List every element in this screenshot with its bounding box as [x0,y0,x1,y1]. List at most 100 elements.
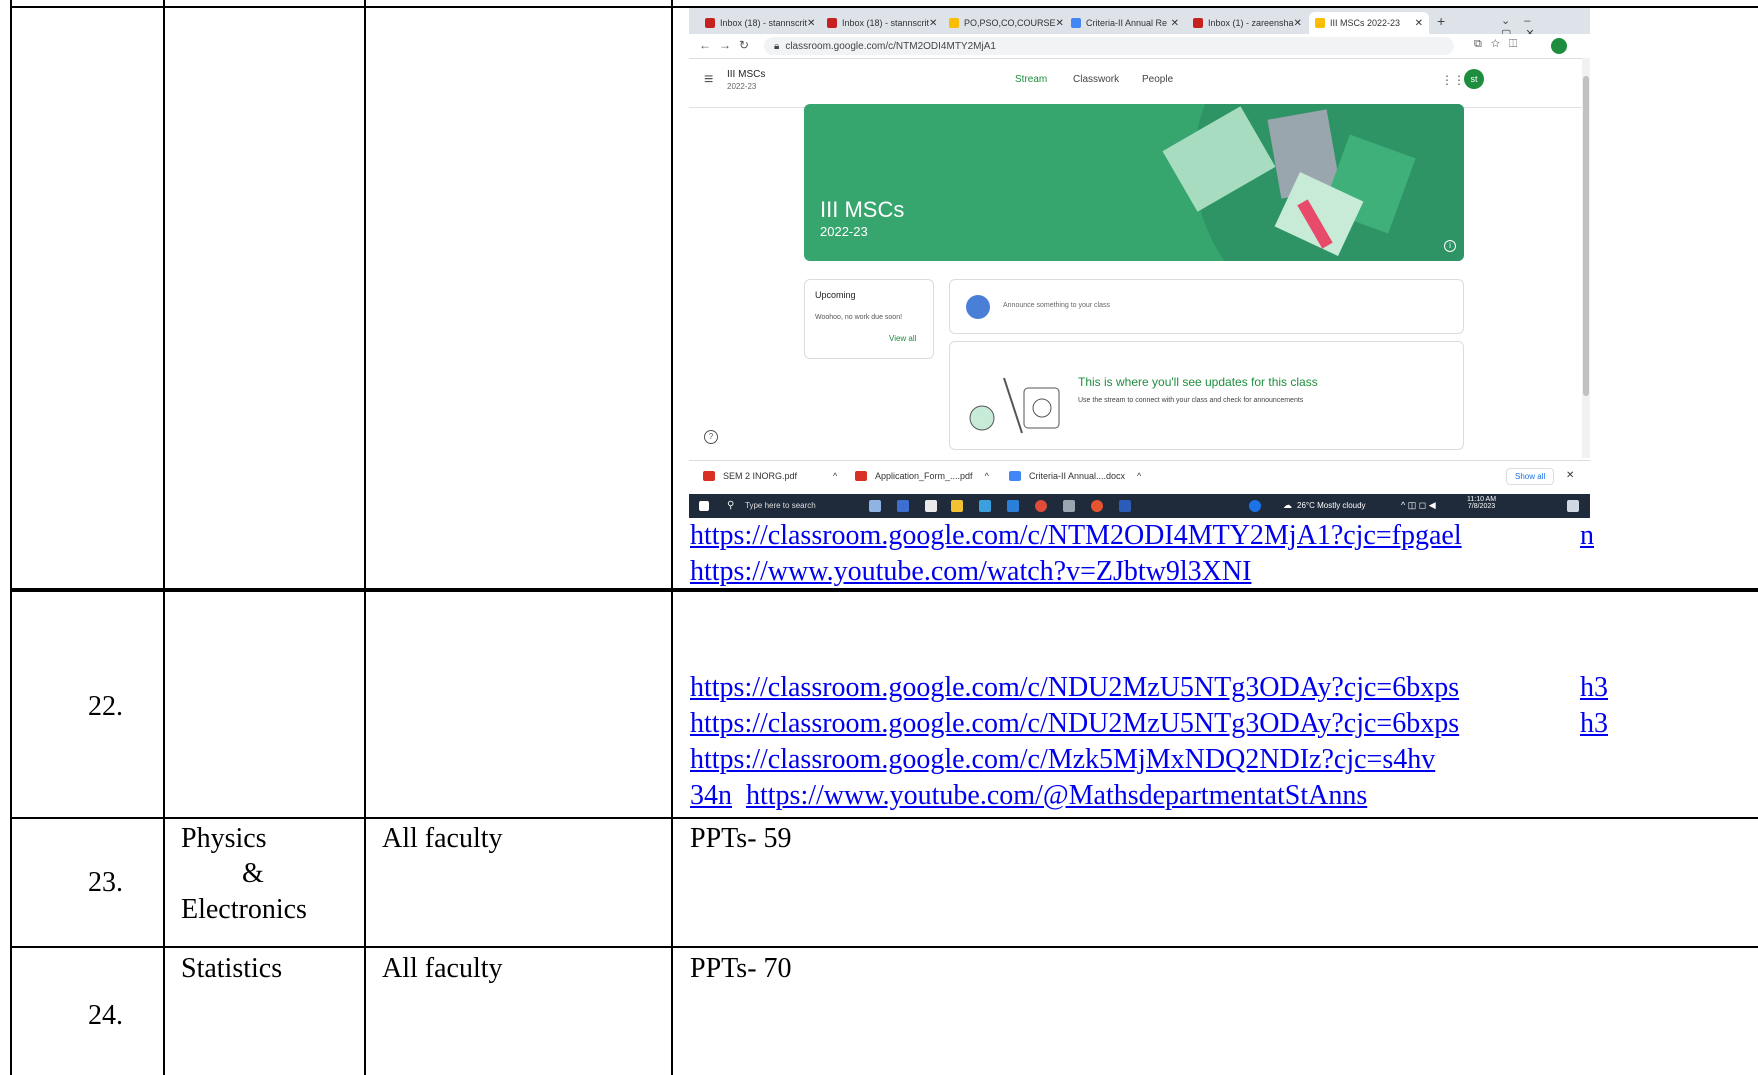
chevron-up-icon[interactable]: ^ [985,471,989,481]
notifications-icon[interactable] [1567,500,1579,512]
tab-gmail-2[interactable]: Inbox (18) - stannscrit ✕ [821,12,941,34]
apps-grid-icon[interactable]: ⋮⋮ [1441,73,1465,87]
classroom-link-suffix[interactable]: n [1580,518,1594,554]
row-number: 23. [88,867,123,898]
close-icon[interactable]: ✕ [1171,18,1179,29]
windows-start-icon[interactable] [699,501,709,511]
word-icon[interactable] [1119,500,1131,512]
help-icon[interactable]: ? [704,430,718,444]
youtube-link[interactable]: https://www.youtube.com/@Mathsdepartment… [746,778,1367,814]
announce-placeholder: Announce something to your class [1003,302,1111,309]
taskbar-app-icon[interactable] [897,500,909,512]
windows-taskbar: ⚲ Type here to search ☁ 26°C Mostly clou… [689,494,1590,518]
lock-icon: 🔒︎ [774,40,780,52]
class-banner: III MSCs 2022-23 i [804,104,1464,261]
weather-icon: ☁ [1283,500,1292,510]
class-name[interactable]: III MSCs [727,69,765,80]
show-all-button[interactable]: Show all [1506,468,1555,485]
department-name: & [242,858,264,889]
url-field[interactable]: 🔒︎ classroom.google.com/c/NTM2ODI4MTY2MjA… [764,37,1454,55]
tab-gmail-1[interactable]: Inbox (18) - stannscrit ✕ [699,12,819,34]
download-item[interactable]: Application_Form_....pdf ^ [855,471,989,481]
classroom-link[interactable]: https://classroom.google.com/c/NDU2MzU5N… [690,670,1459,706]
store-icon[interactable] [979,500,991,512]
updates-title: This is where you'll see updates for thi… [1078,375,1318,389]
tray-icons[interactable]: ^ ◫ ◻ ◀ [1401,500,1436,511]
announce-box[interactable]: Announce something to your class [949,279,1464,334]
chevron-up-icon[interactable]: ^ [833,471,837,481]
tab-stream[interactable]: Stream [1015,74,1047,85]
gmail-icon [827,18,837,28]
banner-subtitle: 2022-23 [820,224,868,239]
tab-people[interactable]: People [1142,74,1173,85]
classroom-link[interactable]: https://classroom.google.com/c/Mzk5MjMxN… [690,742,1435,778]
classroom-link[interactable]: https://classroom.google.com/c/NDU2MzU5N… [690,706,1459,742]
classroom-header: ≡ III MSCs 2022-23 Stream Classwork Peop… [689,59,1590,108]
classroom-link[interactable]: https://classroom.google.com/c/NTM2ODI4M… [690,518,1462,554]
address-bar: ←→↻ 🔒︎ classroom.google.com/c/NTM2ODI4MTY… [689,34,1590,59]
close-icon[interactable]: ✕ [929,18,937,29]
taskbar-app-icon[interactable] [1063,500,1075,512]
file-explorer-icon[interactable] [951,500,963,512]
docx-icon [1009,471,1021,481]
col-divider-3 [671,0,673,1075]
resource-count: PPTs- 70 [690,953,792,984]
tab-drive[interactable]: PO,PSO,CO,COURSE ✕ [943,12,1063,34]
upcoming-text: Woohoo, no work due soon! [815,314,903,321]
col-divider-1 [163,0,165,1075]
download-item[interactable]: SEM 2 INORG.pdf ^ [703,471,837,481]
avatar[interactable]: st [1464,69,1484,89]
taskbar-clock[interactable]: 11:10 AM 7/8/2023 [1467,496,1496,510]
tab-docs[interactable]: Criteria-II Annual Re ✕ [1065,12,1185,34]
taskbar-app-icon[interactable] [869,500,881,512]
tab-gmail-3[interactable]: Inbox (1) - zareensha ✕ [1187,12,1307,34]
table-left-border [10,0,12,1075]
row-divider-2 [10,817,1758,819]
classroom-link-suffix[interactable]: h3 [1580,670,1608,706]
col-divider-2 [364,0,366,1075]
scrollbar-thumb[interactable] [1583,76,1589,396]
row-number: 22. [88,691,123,722]
chrome-icon[interactable] [1091,500,1103,512]
row-divider-3 [10,946,1758,948]
help-icon[interactable] [1249,500,1261,512]
download-item[interactable]: Criteria-II Annual....docx ^ [1009,471,1141,481]
youtube-link[interactable]: https://www.youtube.com/watch?v=ZJbtw9l3… [690,554,1251,590]
nav-arrows-icon[interactable]: ←→↻ [699,38,757,52]
scrollbar[interactable] [1582,58,1590,458]
stream-illustration-icon [969,377,1060,434]
browser-actions-icon[interactable]: ⧉☆◫ [1474,38,1526,51]
view-all-link[interactable]: View all [889,334,916,343]
chrome-icon[interactable] [1035,500,1047,512]
department-name: Statistics [181,953,283,984]
close-icon[interactable]: ✕ [1566,470,1574,481]
weather-text[interactable]: 26°C Mostly cloudy [1297,501,1366,510]
pdf-icon [855,471,867,481]
banner-illustration [1162,104,1464,261]
classroom-screenshot: Inbox (18) - stannscrit ✕ Inbox (18) - st… [689,8,1590,518]
taskbar-search[interactable]: Type here to search [745,501,816,510]
docs-icon [1071,18,1081,28]
search-icon: ⚲ [727,500,735,511]
close-icon[interactable]: ✕ [1415,18,1423,29]
tab-classroom[interactable]: III MSCs 2022-23 ✕ [1309,12,1429,34]
tab-classwork[interactable]: Classwork [1073,74,1119,85]
updates-card: This is where you'll see updates for thi… [949,341,1464,450]
downloads-bar: SEM 2 INORG.pdf ^ Application_Form_....pd… [689,460,1590,495]
task-view-icon[interactable] [925,500,937,512]
classroom-link-suffix[interactable]: h3 [1580,706,1608,742]
info-icon[interactable]: i [1444,240,1456,252]
close-icon[interactable]: ✕ [1056,18,1063,29]
mail-icon[interactable] [1007,500,1019,512]
row-number: 24. [88,1000,123,1031]
department-name: Electronics [181,894,307,925]
new-tab-icon[interactable]: + [1437,13,1445,29]
close-icon[interactable]: ✕ [807,18,815,29]
menu-icon[interactable]: ≡ [704,71,713,89]
updates-text: Use the stream to connect with your clas… [1078,397,1304,404]
profile-icon[interactable] [1551,38,1567,54]
classroom-link-suffix[interactable]: 34n [690,778,732,814]
user-avatar-icon [966,295,990,319]
chevron-up-icon[interactable]: ^ [1137,471,1141,481]
close-icon[interactable]: ✕ [1294,18,1302,29]
